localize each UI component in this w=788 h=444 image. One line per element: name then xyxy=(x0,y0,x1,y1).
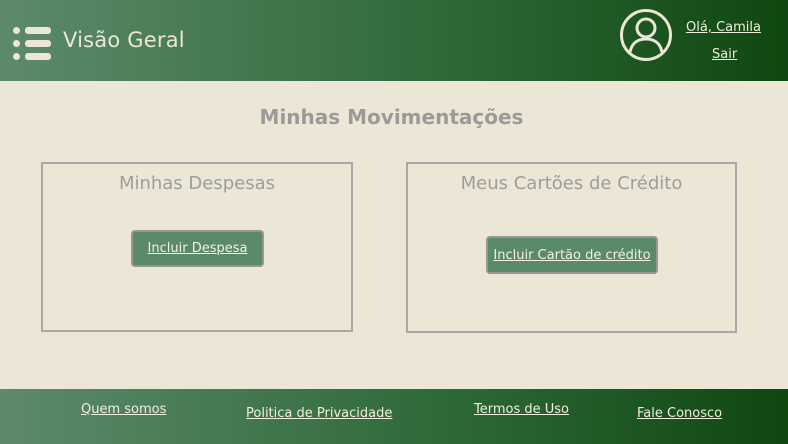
hamburger-menu-icon[interactable] xyxy=(13,27,51,61)
footer-link-about[interactable]: Quem somos xyxy=(81,402,166,417)
menu-dot xyxy=(13,27,20,34)
menu-dot xyxy=(13,40,20,47)
logout-link[interactable]: Sair xyxy=(712,47,737,62)
menu-bar xyxy=(25,27,51,34)
menu-bar xyxy=(25,53,51,60)
credit-cards-card-title: Meus Cartões de Crédito xyxy=(460,173,683,194)
section-title: Minhas Movimentações xyxy=(259,105,524,129)
menu-dot xyxy=(13,53,20,60)
footer-link-terms[interactable]: Termos de Uso xyxy=(474,402,569,417)
credit-cards-card: Meus Cartões de Crédito Incluir Cartão d… xyxy=(406,162,737,333)
footer-link-contact[interactable]: Fale Conosco xyxy=(637,406,722,421)
page-title: Visão Geral xyxy=(63,28,185,52)
expenses-card: Minhas Despesas Incluir Despesa xyxy=(41,162,353,332)
user-greeting-link[interactable]: Olá, Camila xyxy=(686,20,761,35)
user-avatar-icon[interactable] xyxy=(619,8,673,62)
footer-bar: Quem somos Politica de Privacidade Termo… xyxy=(0,389,788,444)
add-expense-button[interactable]: Incluir Despesa xyxy=(131,230,264,267)
header-bar: Visão Geral Olá, Camila Sair xyxy=(0,0,788,81)
expenses-card-title: Minhas Despesas xyxy=(118,173,276,194)
menu-bar xyxy=(25,40,51,47)
add-credit-card-button[interactable]: Incluir Cartão de crédito xyxy=(486,236,658,274)
footer-link-privacy[interactable]: Politica de Privacidade xyxy=(246,406,392,421)
